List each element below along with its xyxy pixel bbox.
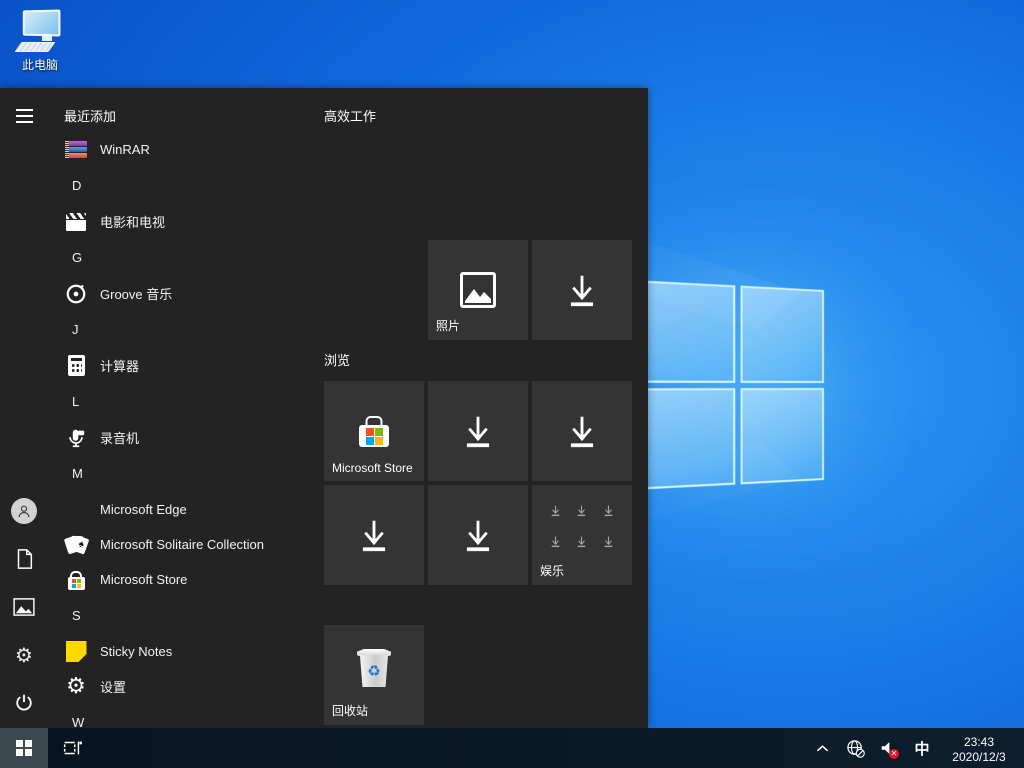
tile-pending-download[interactable] [532, 240, 632, 340]
settings-gear-icon: ⚙ [64, 675, 88, 699]
app-list-item-settings[interactable]: ⚙ 设置 [48, 669, 324, 704]
mute-badge-icon: ✕ [889, 749, 899, 759]
expand-menu-button[interactable] [8, 100, 40, 132]
settings-rail-button[interactable]: ⚙ [8, 639, 40, 671]
start-menu-tiles: 高效工作 照片 浏览 Microsoft Store [324, 88, 648, 728]
recently-added-header: 最近添加 [64, 108, 324, 126]
download-icon [459, 412, 497, 450]
globe-no-internet-icon [846, 739, 865, 758]
app-list-item-voice-recorder[interactable]: 录音机 [48, 420, 324, 455]
download-icon [459, 516, 497, 554]
tile-group-header-productivity[interactable]: 高效工作 [324, 108, 376, 126]
start-button[interactable] [0, 728, 48, 768]
movies-tv-icon [64, 210, 88, 234]
windows-logo-wallpaper [642, 280, 824, 489]
tile-group-header-explore[interactable]: 浏览 [324, 352, 350, 370]
tile-pending-download[interactable] [428, 485, 528, 585]
system-tray: ✕ 中 23:43 2020/12/3 [810, 728, 1024, 768]
microsoft-store-icon [64, 568, 88, 592]
tile-recycle-bin[interactable]: ♻ 回收站 [324, 625, 424, 725]
download-icon [355, 516, 393, 554]
gear-icon: ⚙ [15, 645, 33, 665]
clock-date: 2020/12/3 [944, 750, 1014, 765]
winrar-icon [64, 138, 88, 162]
pictures-button[interactable] [8, 591, 40, 623]
app-list-item-microsoft-store[interactable]: Microsoft Store [48, 562, 324, 597]
tile-pending-download[interactable] [532, 381, 632, 481]
user-account-button[interactable] [8, 495, 40, 527]
task-view-icon [61, 737, 83, 759]
user-avatar-icon [11, 498, 37, 524]
photos-icon [460, 272, 496, 308]
download-icon [575, 535, 588, 548]
section-letter[interactable]: D [48, 167, 324, 204]
document-icon [14, 548, 34, 570]
voice-recorder-icon [64, 426, 88, 450]
chevron-up-icon [816, 744, 829, 753]
download-icon [602, 535, 615, 548]
section-letter[interactable]: L [48, 383, 324, 420]
section-letter[interactable]: G [48, 239, 324, 276]
tile-microsoft-store[interactable]: Microsoft Store [324, 381, 424, 481]
tile-folder-entertainment[interactable]: 娱乐 [532, 485, 632, 585]
computer-icon [16, 10, 64, 54]
tile-photos[interactable]: 照片 [428, 240, 528, 340]
taskbar-clock[interactable]: 23:43 2020/12/3 [944, 731, 1014, 765]
documents-button[interactable] [8, 543, 40, 575]
download-icon [549, 535, 562, 548]
groove-music-icon [64, 282, 88, 306]
calculator-icon [64, 354, 88, 378]
folder-mini-tiles [542, 495, 622, 557]
download-icon [563, 271, 601, 309]
clock-time: 23:43 [944, 735, 1014, 750]
start-menu-rail: ⚙ [0, 88, 48, 728]
section-letter[interactable]: J [48, 311, 324, 348]
taskbar: ✕ 中 23:43 2020/12/3 [0, 728, 1024, 768]
download-icon [563, 412, 601, 450]
section-letter[interactable]: W [48, 704, 324, 728]
ime-indicator[interactable]: 中 [909, 728, 935, 768]
power-button[interactable] [8, 687, 40, 719]
download-icon [602, 504, 615, 517]
tray-overflow-button[interactable] [810, 728, 834, 768]
app-list-item-sticky-notes[interactable]: Sticky Notes [48, 634, 324, 669]
start-menu-app-list: 最近添加 WinRAR D 电影和电视 G Groove 音乐 [48, 88, 324, 728]
app-list-item-winrar[interactable]: WinRAR [48, 132, 324, 167]
this-pc-label: 此电脑 [8, 56, 72, 73]
app-list-item-calculator[interactable]: 计算器 [48, 348, 324, 383]
recycle-bin-icon: ♻ [358, 649, 390, 687]
app-list-item-groove-music[interactable]: Groove 音乐 [48, 276, 324, 311]
pictures-icon [13, 598, 35, 616]
download-icon [549, 504, 562, 517]
download-icon [575, 504, 588, 517]
network-status-button[interactable] [843, 728, 867, 768]
this-pc-desktop-icon[interactable]: 此电脑 [8, 10, 72, 73]
microsoft-store-icon [359, 415, 389, 447]
tile-pending-download[interactable] [428, 381, 528, 481]
task-view-button[interactable] [48, 728, 96, 768]
volume-button[interactable]: ✕ [876, 728, 900, 768]
windows-logo-icon [16, 740, 32, 756]
app-list-item-movies-tv[interactable]: 电影和电视 [48, 204, 324, 239]
solitaire-icon: ♠ [64, 533, 88, 557]
tile-pending-download[interactable] [324, 485, 424, 585]
sticky-notes-icon [64, 640, 88, 664]
windows-desktop: 此电脑 ⚙ [0, 0, 1024, 768]
power-icon [13, 692, 35, 714]
section-letter[interactable]: M [48, 455, 324, 492]
microsoft-edge-icon [64, 498, 88, 522]
taskbar-empty-area[interactable] [96, 728, 810, 768]
app-list-item-solitaire[interactable]: ♠ Microsoft Solitaire Collection [48, 527, 324, 562]
start-menu: ⚙ 最近添加 WinRAR D 电影和电视 G [0, 88, 648, 728]
hamburger-icon [16, 109, 33, 123]
section-letter[interactable]: S [48, 597, 324, 634]
app-list-item-microsoft-edge[interactable]: Microsoft Edge [48, 492, 324, 527]
